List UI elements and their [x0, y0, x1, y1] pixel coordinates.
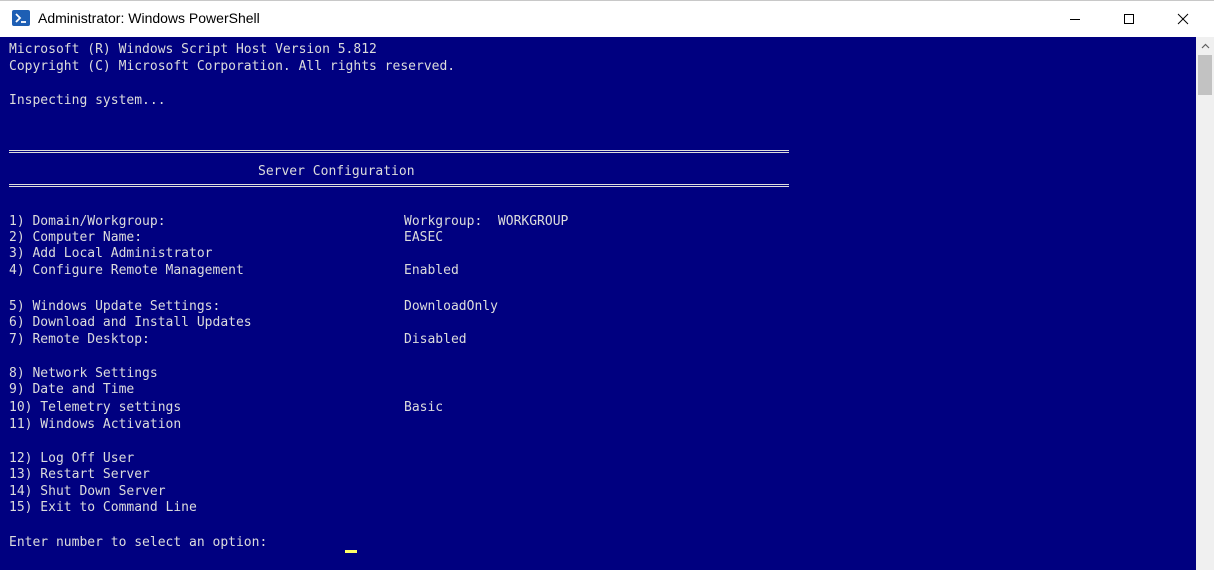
- console-line: Copyright (C) Microsoft Corporation. All…: [9, 59, 456, 74]
- divider: [9, 150, 789, 153]
- close-button[interactable]: [1160, 1, 1206, 37]
- menu-item-label: 8) Network Settings: [9, 366, 158, 381]
- section-title: Server Configuration: [258, 164, 415, 179]
- menu-item-value: EASEC: [404, 230, 444, 245]
- maximize-icon: [1124, 14, 1134, 24]
- powershell-window: Administrator: Windows PowerShell Micros…: [0, 0, 1214, 570]
- close-icon: [1177, 13, 1189, 25]
- vertical-scrollbar[interactable]: [1196, 37, 1214, 570]
- window-title: Administrator: Windows PowerShell: [38, 10, 260, 26]
- scrollbar-thumb[interactable]: [1198, 55, 1212, 95]
- menu-item-value: Disabled: [404, 332, 467, 347]
- menu-item-label: 4) Configure Remote Management: [9, 263, 244, 278]
- menu-item-label: 5) Windows Update Settings:: [9, 299, 221, 314]
- menu-item-label: 12) Log Off User: [9, 451, 135, 466]
- scroll-up-icon: [1201, 43, 1209, 49]
- minimize-icon: [1070, 19, 1080, 20]
- minimize-button[interactable]: [1052, 1, 1098, 37]
- menu-item-label: 9) Date and Time: [9, 382, 135, 397]
- menu-item-value: Enabled: [404, 263, 459, 278]
- menu-item-label: 6) Download and Install Updates: [9, 315, 252, 330]
- menu-item-value: DownloadOnly: [404, 299, 498, 314]
- console-line: Inspecting system...: [9, 93, 166, 108]
- menu-item-label: 1) Domain/Workgroup:: [9, 214, 166, 229]
- menu-item-label: 13) Restart Server: [9, 467, 150, 482]
- title-bar[interactable]: Administrator: Windows PowerShell: [0, 1, 1214, 37]
- menu-item-label: 7) Remote Desktop:: [9, 332, 150, 347]
- menu-item-label: 2) Computer Name:: [9, 230, 143, 245]
- menu-item-label: 11) Windows Activation: [9, 417, 182, 432]
- menu-item-label: 14) Shut Down Server: [9, 484, 166, 499]
- menu-item-label: 10) Telemetry settings: [9, 400, 182, 415]
- maximize-button[interactable]: [1106, 1, 1152, 37]
- powershell-icon: [12, 10, 30, 26]
- text-cursor: [345, 550, 357, 553]
- console-area[interactable]: Microsoft (R) Windows Script Host Versio…: [0, 37, 1196, 570]
- console-line: Microsoft (R) Windows Script Host Versio…: [9, 42, 377, 57]
- divider: [9, 184, 789, 187]
- menu-item-value: Basic: [404, 400, 444, 415]
- menu-item-value: Workgroup: WORKGROUP: [404, 214, 569, 229]
- scroll-up-button[interactable]: [1196, 37, 1214, 55]
- menu-item-label: 3) Add Local Administrator: [9, 246, 213, 261]
- command-prompt[interactable]: Enter number to select an option:: [9, 534, 275, 551]
- menu-item-label: 15) Exit to Command Line: [9, 500, 197, 515]
